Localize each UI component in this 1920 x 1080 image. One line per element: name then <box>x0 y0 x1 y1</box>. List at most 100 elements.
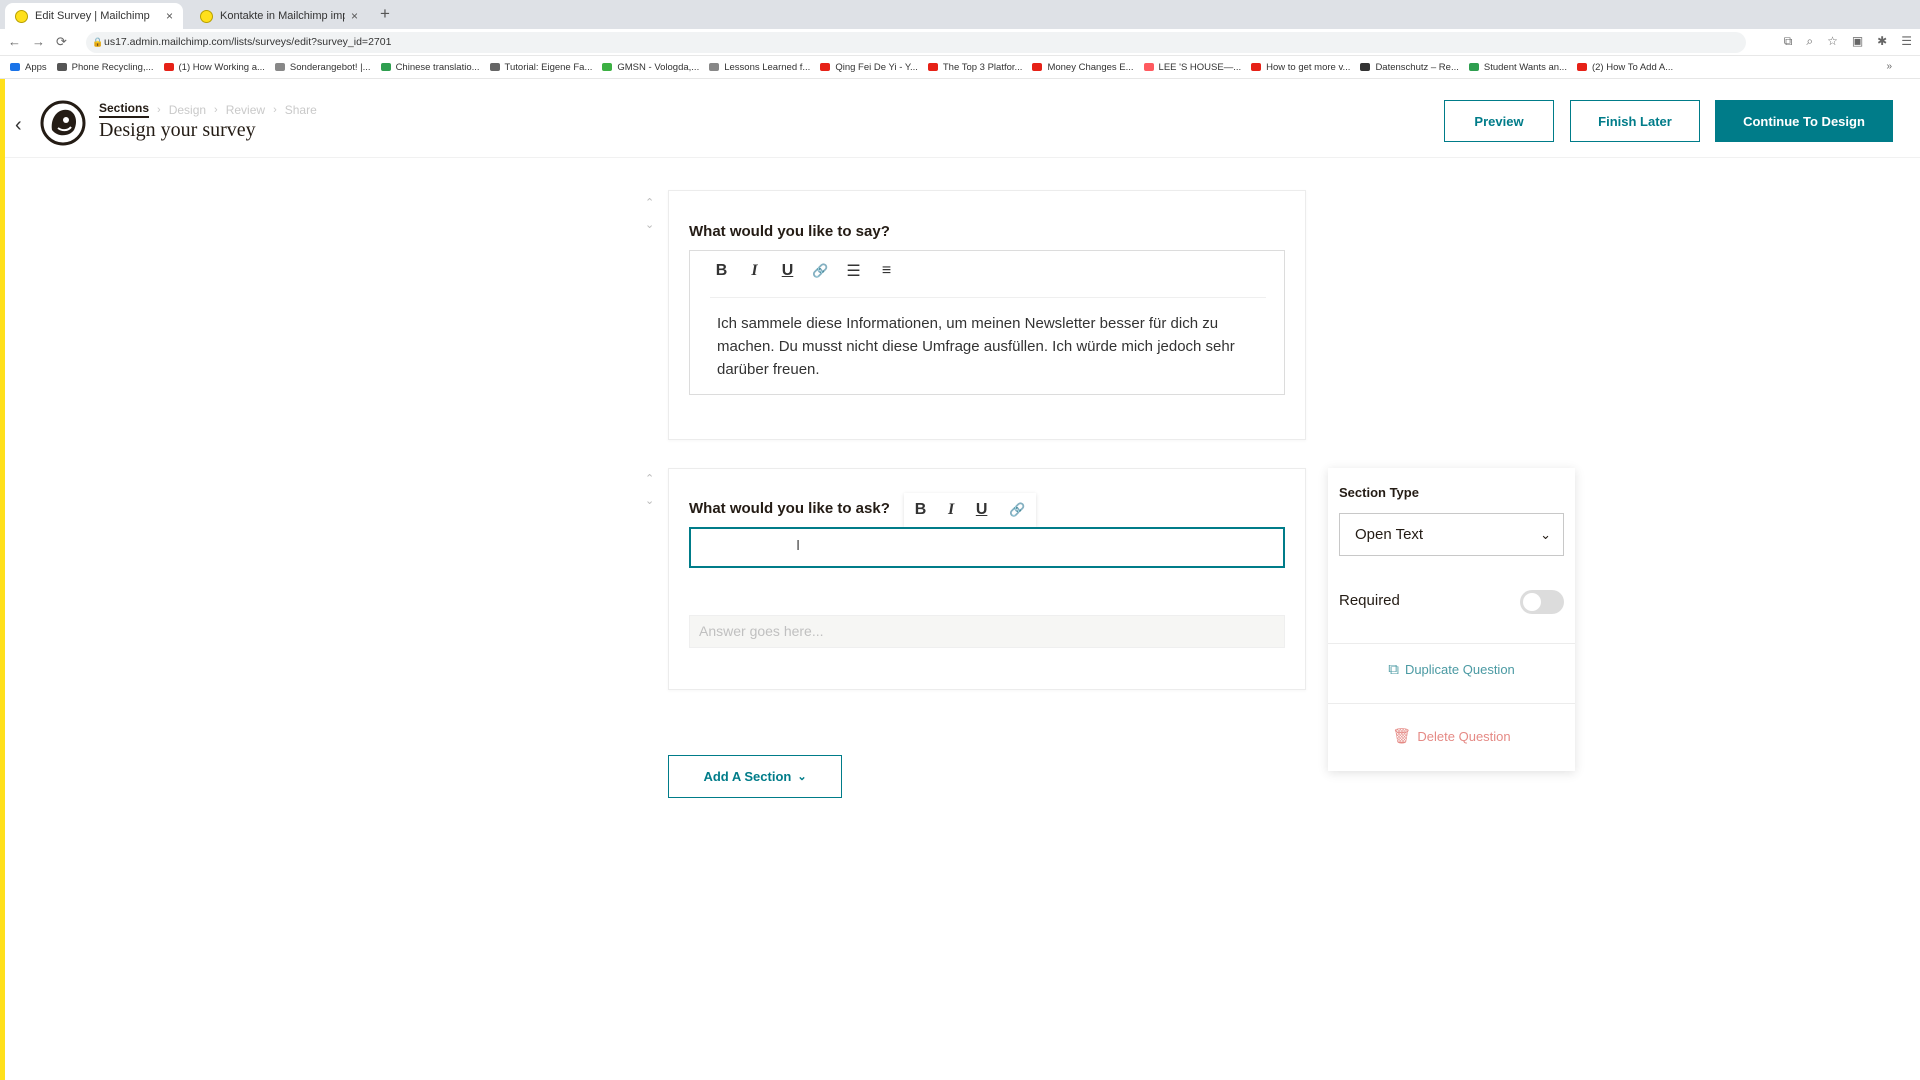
continue-to-design-button[interactable]: Continue To Design <box>1715 100 1893 142</box>
section-2-reorder: ⌃ ⌄ <box>645 468 654 512</box>
bookmark-label: Tutorial: Eigene Fa... <box>504 61 593 73</box>
browser-tab-kontakte[interactable]: Kontakte in Mailchimp importie × <box>190 3 368 29</box>
inline-format-toolbar: B I U 🔗 <box>904 493 1036 527</box>
bold-button[interactable]: B <box>915 501 927 519</box>
bookmark-item[interactable]: How to get more v... <box>1251 62 1350 73</box>
bookmark-label: Money Changes E... <box>1047 61 1134 73</box>
delete-question-button[interactable]: 🗑 Delete Question <box>1328 727 1575 745</box>
bookmark-item[interactable]: Chinese translatio... <box>380 62 480 73</box>
translate-icon[interactable]: ⧉ <box>1784 34 1793 49</box>
bookmark-item[interactable]: Datenschutz – Re... <box>1360 61 1459 73</box>
bookmark-item[interactable]: Student Wants an... <box>1468 61 1567 73</box>
bookmarks-overflow-icon[interactable]: » <box>1886 61 1892 72</box>
bookmark-label: Apps <box>25 61 47 73</box>
bookmark-item[interactable]: Money Changes E... <box>1032 61 1134 73</box>
breadcrumb-design: Design <box>168 102 207 117</box>
toolbar-divider <box>710 297 1266 298</box>
bookmark-label: (2) How To Add A... <box>1591 61 1674 73</box>
numbered-list-icon[interactable]: ≡ <box>875 262 898 280</box>
preview-button[interactable]: Preview <box>1444 100 1554 142</box>
bookmark-label: Sonderangebot! |... <box>289 61 371 73</box>
mailchimp-favicon-icon <box>15 9 28 23</box>
forward-arrow-icon[interactable]: → <box>32 34 45 49</box>
breadcrumb-separator: › <box>273 103 277 116</box>
answer-preview-field: Answer goes here... <box>689 615 1285 648</box>
bookmark-item[interactable]: Sonderangebot! |... <box>274 61 371 73</box>
bookmarks-bar: Apps Phone Recycling,... (1) How Working a… <box>0 56 1920 79</box>
breadcrumb: Sections › Design › Review › Share <box>99 101 317 118</box>
bookmark-label: How to get more v... <box>1266 61 1351 73</box>
link-icon[interactable]: 🔗 <box>809 263 832 279</box>
browser-actions: ⧉ ⌕ ☆ ▣ ✱ ☰ <box>1784 34 1912 49</box>
bookmark-star-icon[interactable]: ☆ <box>1827 34 1838 49</box>
section-say-card: What would you like to say? B I U 🔗 ☰ ≡ … <box>668 190 1306 440</box>
header-divider <box>5 157 1920 158</box>
bookmark-item[interactable]: LEE 'S HOUSE—... <box>1143 62 1241 73</box>
bookmark-item[interactable]: Apps <box>10 62 47 73</box>
bookmark-label: (1) How Working a... <box>178 61 265 73</box>
bookmark-item[interactable]: Lessons Learned f... <box>709 62 810 73</box>
bookmark-favicon-icon <box>1360 63 1371 71</box>
back-arrow-icon[interactable]: ← <box>8 34 21 49</box>
underline-button[interactable]: U <box>976 501 988 519</box>
section-label: What would you like to ask? <box>689 500 890 517</box>
italic-button[interactable]: I <box>743 262 766 280</box>
panel-divider <box>1328 703 1575 704</box>
puzzle-icon[interactable]: ✱ <box>1877 34 1887 49</box>
text-cursor-icon: I <box>796 537 801 554</box>
tab-close-icon[interactable]: × <box>166 9 173 23</box>
extension-icon[interactable]: ▣ <box>1852 34 1863 49</box>
reload-icon[interactable]: ⟳ <box>56 34 67 50</box>
url-field[interactable]: 🔒 us17.admin.mailchimp.com/lists/surveys… <box>86 32 1746 53</box>
breadcrumb-sections[interactable]: Sections <box>99 101 150 118</box>
bookmark-item[interactable]: The Top 3 Platfor... <box>927 62 1022 73</box>
browser-tab-edit-survey[interactable]: Edit Survey | Mailchimp × <box>5 3 183 29</box>
address-bar-row: ← → ⟳ 🔒 us17.admin.mailchimp.com/lists/s… <box>0 29 1920 56</box>
bold-button[interactable]: B <box>710 262 733 280</box>
bookmark-item[interactable]: (1) How Working a... <box>163 61 265 73</box>
back-chevron-icon[interactable]: ‹ <box>15 114 22 137</box>
duplicate-question-button[interactable]: ⧉ Duplicate Question <box>1328 661 1575 678</box>
bookmark-favicon-icon <box>1032 63 1043 71</box>
breadcrumb-separator: › <box>157 103 161 116</box>
bookmark-item[interactable]: Phone Recycling,... <box>56 62 154 73</box>
finish-later-button[interactable]: Finish Later <box>1570 100 1700 142</box>
section-settings-panel: Section Type Open Text ⌄ Required ⧉ Dupl… <box>1328 468 1575 771</box>
italic-button[interactable]: I <box>948 501 954 519</box>
bookmark-favicon-icon <box>1468 63 1479 71</box>
bullet-list-icon[interactable]: ☰ <box>842 261 865 281</box>
add-section-button[interactable]: Add A Section ⌄ <box>668 755 842 798</box>
move-up-icon[interactable]: ⌃ <box>645 468 654 490</box>
bookmark-label: Datenschutz – Re... <box>1375 61 1459 73</box>
editor-content[interactable]: Ich sammele diese Informationen, um mein… <box>717 312 1257 381</box>
bookmark-label: Student Wants an... <box>1483 61 1567 73</box>
bookmark-favicon-icon <box>489 63 500 71</box>
chevron-down-icon: ⌄ <box>797 771 807 783</box>
bookmark-item[interactable]: (2) How To Add A... <box>1576 61 1674 73</box>
move-down-icon[interactable]: ⌄ <box>645 214 654 236</box>
bookmark-item[interactable]: Tutorial: Eigene Fa... <box>489 61 593 73</box>
bookmark-label: GMSN - Vologda,... <box>617 61 700 73</box>
rich-text-editor[interactable]: B I U 🔗 ☰ ≡ Ich sammele diese Informatio… <box>689 250 1285 395</box>
move-down-icon[interactable]: ⌄ <box>645 490 654 512</box>
bookmark-item[interactable]: GMSN - Vologda,... <box>602 62 699 73</box>
lock-icon: 🔒 <box>92 37 104 47</box>
question-input[interactable]: I <box>689 527 1285 568</box>
zoom-icon[interactable]: ⌕ <box>1806 34 1813 49</box>
section-1-reorder: ⌃ ⌄ <box>645 192 654 236</box>
bookmark-favicon-icon <box>1143 63 1154 71</box>
new-tab-icon[interactable]: + <box>380 4 390 24</box>
bookmark-favicon-icon <box>380 63 391 71</box>
mailchimp-freddie-logo[interactable] <box>40 100 86 146</box>
tab-close-icon[interactable]: × <box>351 9 358 23</box>
required-toggle[interactable] <box>1520 590 1564 614</box>
bookmark-favicon-icon <box>820 63 831 71</box>
link-icon[interactable]: 🔗 <box>1009 502 1025 518</box>
menu-icon[interactable]: ☰ <box>1901 34 1912 49</box>
section-type-select[interactable]: Open Text ⌄ <box>1339 513 1564 556</box>
duplicate-icon: ⧉ <box>1388 661 1399 678</box>
move-up-icon[interactable]: ⌃ <box>645 192 654 214</box>
bookmark-item[interactable]: Qing Fei De Yi - Y... <box>820 62 918 73</box>
bookmark-label: Lessons Learned f... <box>724 61 811 73</box>
underline-button[interactable]: U <box>776 262 799 280</box>
